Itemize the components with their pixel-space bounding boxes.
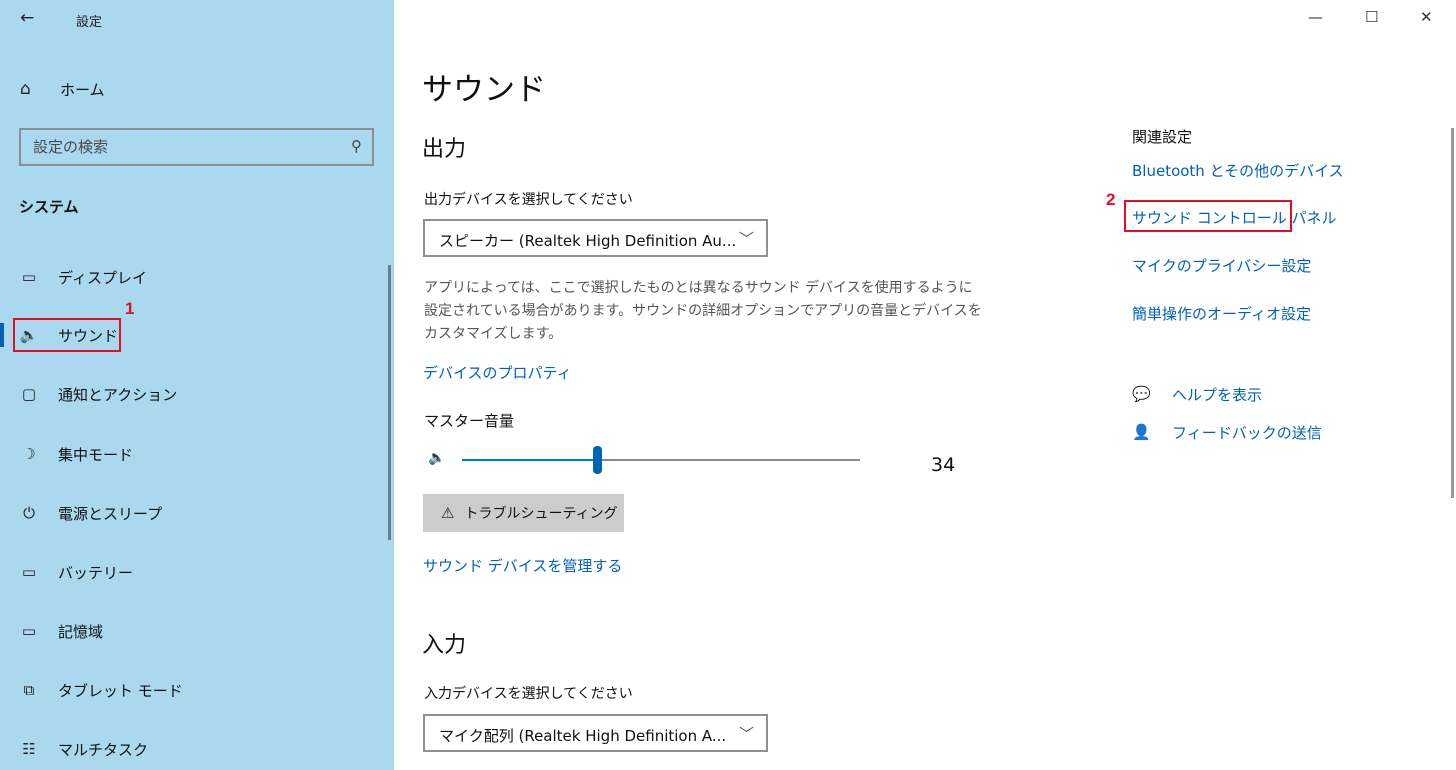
master-volume-label: マスター音量 bbox=[424, 412, 515, 430]
annotation-marker-1: 1 bbox=[125, 299, 135, 318]
bluetooth-devices-link[interactable]: Bluetooth とその他のデバイス bbox=[1132, 160, 1344, 181]
sidebar: ← 設定 ⌂ ホーム ⚲ システム ▭ ディスプレイ 🔈 サウンド ▢ 通知とア… bbox=[0, 0, 394, 770]
sidebar-item-home[interactable]: ⌂ ホーム bbox=[20, 76, 105, 102]
app-title: 設定 bbox=[76, 15, 103, 30]
troubleshoot-button[interactable]: ⚠ トラブルシューティング bbox=[423, 494, 624, 532]
sidebar-item-label: バッテリー bbox=[58, 563, 134, 582]
ease-of-access-audio-link[interactable]: 簡単操作のオーディオ設定 bbox=[1132, 303, 1311, 324]
sidebar-item-label: 記憶域 bbox=[58, 622, 104, 641]
sidebar-item-tablet-mode[interactable]: ⧉ タブレット モード bbox=[0, 670, 394, 710]
sidebar-scrollbar[interactable] bbox=[388, 265, 391, 540]
home-icon: ⌂ bbox=[20, 79, 31, 99]
battery-icon: ▭ bbox=[21, 563, 37, 581]
search-input[interactable] bbox=[33, 137, 333, 157]
output-device-select[interactable]: スピーカー (Realtek High Definition Au... ﹀ bbox=[423, 219, 768, 257]
manage-sound-devices-link[interactable]: サウンド デバイスを管理する bbox=[423, 555, 622, 576]
sidebar-item-storage[interactable]: ▭ 記憶域 bbox=[0, 611, 394, 651]
sidebar-item-label: 電源とスリープ bbox=[58, 504, 163, 523]
sidebar-item-notifications[interactable]: ▢ 通知とアクション bbox=[0, 374, 394, 414]
sidebar-item-label: 通知とアクション bbox=[58, 385, 178, 404]
multitask-icon: ☷ bbox=[22, 740, 36, 758]
input-device-select[interactable]: マイク配列 (Realtek High Definition A... ﹀ bbox=[423, 714, 768, 752]
volume-slider-track[interactable] bbox=[597, 459, 860, 461]
speaker-icon[interactable]: 🔈 bbox=[428, 450, 445, 466]
volume-value: 34 bbox=[931, 454, 956, 476]
annotation-marker-2: 2 bbox=[1106, 190, 1116, 209]
output-description: アプリによっては、ここで選択したものとは異なるサウンド デバイスを使用するように… bbox=[424, 280, 982, 342]
help-chat-icon: 💬 bbox=[1132, 385, 1151, 403]
chevron-down-icon: ﹀ bbox=[738, 230, 754, 248]
feedback-link[interactable]: フィードバックの送信 bbox=[1172, 422, 1322, 443]
power-icon: ⏻ bbox=[23, 504, 35, 522]
feedback-row[interactable]: 👤 フィードバックの送信 bbox=[1132, 420, 1322, 444]
search-box[interactable]: ⚲ bbox=[19, 128, 374, 166]
storage-icon: ▭ bbox=[21, 622, 37, 640]
search-icon[interactable]: ⚲ bbox=[351, 137, 362, 155]
sidebar-item-label: 集中モード bbox=[58, 445, 134, 464]
notification-icon: ▢ bbox=[21, 385, 37, 403]
sound-control-panel-link[interactable]: サウンド コントロール パネル bbox=[1132, 207, 1337, 228]
get-help-link[interactable]: ヘルプを表示 bbox=[1172, 384, 1262, 405]
section-title: システム bbox=[19, 198, 79, 216]
close-icon[interactable]: ✕ bbox=[1420, 8, 1433, 26]
microphone-privacy-link[interactable]: マイクのプライバシー設定 bbox=[1132, 255, 1311, 276]
feedback-icon: 👤 bbox=[1132, 423, 1151, 441]
sidebar-item-label: ディスプレイ bbox=[58, 268, 147, 287]
sidebar-item-power[interactable]: ⏻ 電源とスリープ bbox=[0, 493, 394, 533]
troubleshoot-label: トラブルシューティング bbox=[464, 506, 618, 522]
title-bar: ← 設定 bbox=[0, 0, 394, 40]
sidebar-item-label: ホーム bbox=[60, 80, 105, 99]
volume-slider-thumb[interactable] bbox=[593, 446, 602, 474]
annotation-box-1 bbox=[13, 318, 121, 352]
output-heading: 出力 bbox=[422, 137, 467, 162]
sidebar-item-focus-assist[interactable]: ☽ 集中モード bbox=[0, 434, 394, 474]
minimize-icon[interactable]: — bbox=[1308, 8, 1323, 26]
input-device-label: 入力デバイスを選択してください bbox=[424, 686, 633, 702]
device-properties-link[interactable]: デバイスのプロパティ bbox=[423, 362, 572, 383]
warning-icon: ⚠ bbox=[441, 504, 455, 522]
output-device-value: スピーカー (Realtek High Definition Au... bbox=[439, 232, 737, 250]
sidebar-item-label: タブレット モード bbox=[58, 681, 183, 700]
sidebar-item-display[interactable]: ▭ ディスプレイ bbox=[0, 257, 394, 297]
active-indicator bbox=[0, 323, 4, 347]
input-device-value: マイク配列 (Realtek High Definition A... bbox=[439, 727, 727, 745]
volume-slider-fill bbox=[462, 459, 597, 461]
get-help-row[interactable]: 💬 ヘルプを表示 bbox=[1132, 382, 1262, 406]
related-settings-title: 関連設定 bbox=[1132, 128, 1193, 146]
page-title: サウンド bbox=[422, 72, 546, 108]
sidebar-item-label: マルチタスク bbox=[58, 740, 149, 759]
maximize-icon[interactable]: ☐ bbox=[1365, 8, 1378, 26]
moon-icon: ☽ bbox=[22, 445, 36, 463]
sidebar-item-multitasking[interactable]: ☷ マルチタスク bbox=[0, 729, 394, 769]
chevron-down-icon: ﹀ bbox=[738, 725, 754, 743]
sidebar-item-battery[interactable]: ▭ バッテリー bbox=[0, 552, 394, 592]
back-arrow-icon[interactable]: ← bbox=[20, 8, 34, 28]
tablet-icon: ⧉ bbox=[23, 681, 35, 699]
output-device-label: 出力デバイスを選択してください bbox=[424, 192, 633, 208]
main-scrollbar[interactable] bbox=[1451, 128, 1454, 498]
monitor-icon: ▭ bbox=[21, 268, 37, 286]
input-heading: 入力 bbox=[422, 633, 467, 658]
